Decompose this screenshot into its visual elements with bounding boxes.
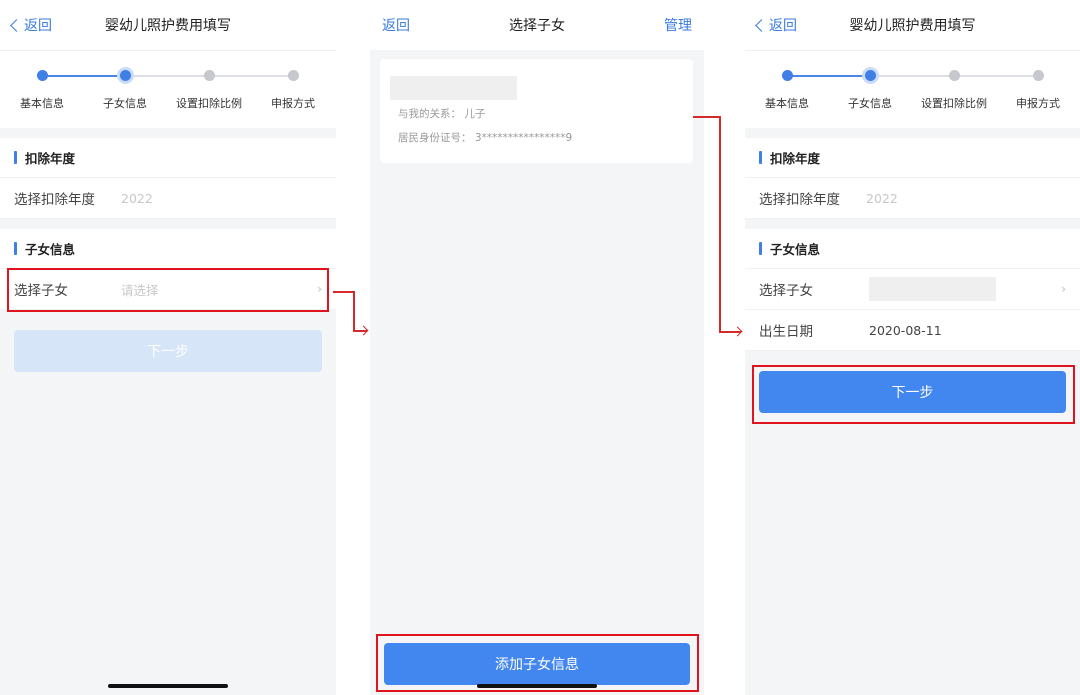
- relation-value: 儿子: [464, 108, 486, 120]
- step-track-done: [42, 75, 125, 77]
- nav-bar: 返回 婴幼儿照护费用填写: [745, 0, 1080, 50]
- step-dot-4: [288, 70, 299, 81]
- field-label: 选择扣除年度: [14, 192, 95, 208]
- screen-fill-form-empty: 返回 婴幼儿照护费用填写 基本信息 子女信息 设置扣除比例 申报方式 扣除年度 …: [0, 0, 336, 695]
- step-label: 基本信息: [20, 97, 64, 110]
- section-marker: [14, 151, 17, 164]
- nav-bar: 返回 婴幼儿照护费用填写: [0, 0, 336, 50]
- home-indicator: [108, 684, 228, 688]
- field-value: 2022: [121, 190, 153, 206]
- back-button[interactable]: 返回: [755, 15, 797, 35]
- step-label: 基本信息: [765, 97, 809, 110]
- step-dot-1: [782, 70, 793, 81]
- connector-line: [719, 116, 721, 332]
- section-title: 扣除年度: [25, 151, 76, 166]
- field-label: 选择扣除年度: [759, 192, 840, 208]
- relation-label: 与我的关系：: [398, 108, 461, 120]
- field-label: 选择子女: [759, 283, 813, 299]
- step-dot-4: [1033, 70, 1044, 81]
- back-button[interactable]: 返回: [10, 15, 52, 35]
- manage-button[interactable]: 管理: [664, 15, 692, 35]
- section-title: 子女信息: [25, 242, 76, 257]
- section-title: 子女信息: [770, 242, 821, 257]
- screen-fill-form-selected: 返回 婴幼儿照护费用填写 基本信息 子女信息 设置扣除比例 申报方式 扣除年度 …: [745, 0, 1080, 695]
- arrow-right-icon: [732, 326, 743, 337]
- screen-select-child: 返回 选择子女 管理 与我的关系： 儿子 居民身份证号： 3**********…: [370, 0, 704, 695]
- highlight-select-child: [7, 268, 329, 312]
- highlight-next: [752, 365, 1075, 424]
- page-title: 婴幼儿照护费用填写: [105, 18, 231, 34]
- step-label: 子女信息: [848, 97, 892, 110]
- section-marker: [759, 242, 762, 255]
- step-label: 设置扣除比例: [176, 97, 242, 110]
- connector-line: [333, 291, 355, 293]
- section-child-info: 子女信息 选择子女 › 出生日期 2020-08-11: [745, 229, 1080, 351]
- deduction-year-field[interactable]: 选择扣除年度 2022: [745, 178, 1080, 219]
- section-marker: [14, 242, 17, 255]
- progress-steps: 基本信息 子女信息 设置扣除比例 申报方式: [0, 50, 336, 128]
- id-label: 居民身份证号：: [398, 132, 472, 144]
- section-title: 扣除年度: [770, 151, 821, 166]
- back-button[interactable]: 返回: [382, 15, 410, 35]
- step-label: 子女信息: [103, 97, 147, 110]
- birth-date-field: 出生日期 2020-08-11: [745, 310, 1080, 351]
- id-value: 3****************9: [474, 132, 573, 144]
- section-deduction-year: 扣除年度 选择扣除年度 2022: [745, 138, 1080, 219]
- step-dot-1: [37, 70, 48, 81]
- field-label: 出生日期: [759, 324, 813, 340]
- child-name-redacted: [869, 277, 996, 301]
- step-label: 申报方式: [1016, 97, 1060, 110]
- child-name-redacted: [390, 76, 517, 100]
- step-dot-3: [204, 70, 215, 81]
- connector-line: [353, 291, 355, 331]
- step-dot-2: [120, 70, 131, 81]
- step-label: 设置扣除比例: [921, 97, 987, 110]
- step-dot-3: [949, 70, 960, 81]
- back-label: 返回: [24, 18, 52, 34]
- next-button-disabled[interactable]: 下一步: [14, 330, 322, 372]
- field-value: 2022: [866, 190, 898, 206]
- chevron-left-icon: [755, 18, 768, 32]
- select-child-field[interactable]: 选择子女 ›: [745, 269, 1080, 310]
- nav-bar: 返回 选择子女 管理: [370, 0, 704, 50]
- page-title: 选择子女: [509, 18, 565, 34]
- child-card[interactable]: 与我的关系： 儿子 居民身份证号： 3****************9: [380, 59, 693, 163]
- step-label: 申报方式: [271, 97, 315, 110]
- deduction-year-field[interactable]: 选择扣除年度 2022: [0, 178, 336, 219]
- progress-steps: 基本信息 子女信息 设置扣除比例 申报方式: [745, 50, 1080, 128]
- connector-line: [693, 116, 720, 118]
- back-label: 返回: [769, 18, 797, 34]
- page-title: 婴幼儿照护费用填写: [849, 18, 976, 34]
- chevron-left-icon: [10, 18, 23, 32]
- field-value: 2020-08-11: [869, 322, 942, 338]
- highlight-add-child: [376, 634, 699, 692]
- arrow-right-icon: [358, 325, 369, 336]
- step-track-done: [787, 75, 870, 77]
- step-dot-2: [865, 70, 876, 81]
- section-deduction-year: 扣除年度 选择扣除年度 2022: [0, 138, 336, 219]
- chevron-right-icon: ›: [1061, 282, 1066, 296]
- section-marker: [759, 151, 762, 164]
